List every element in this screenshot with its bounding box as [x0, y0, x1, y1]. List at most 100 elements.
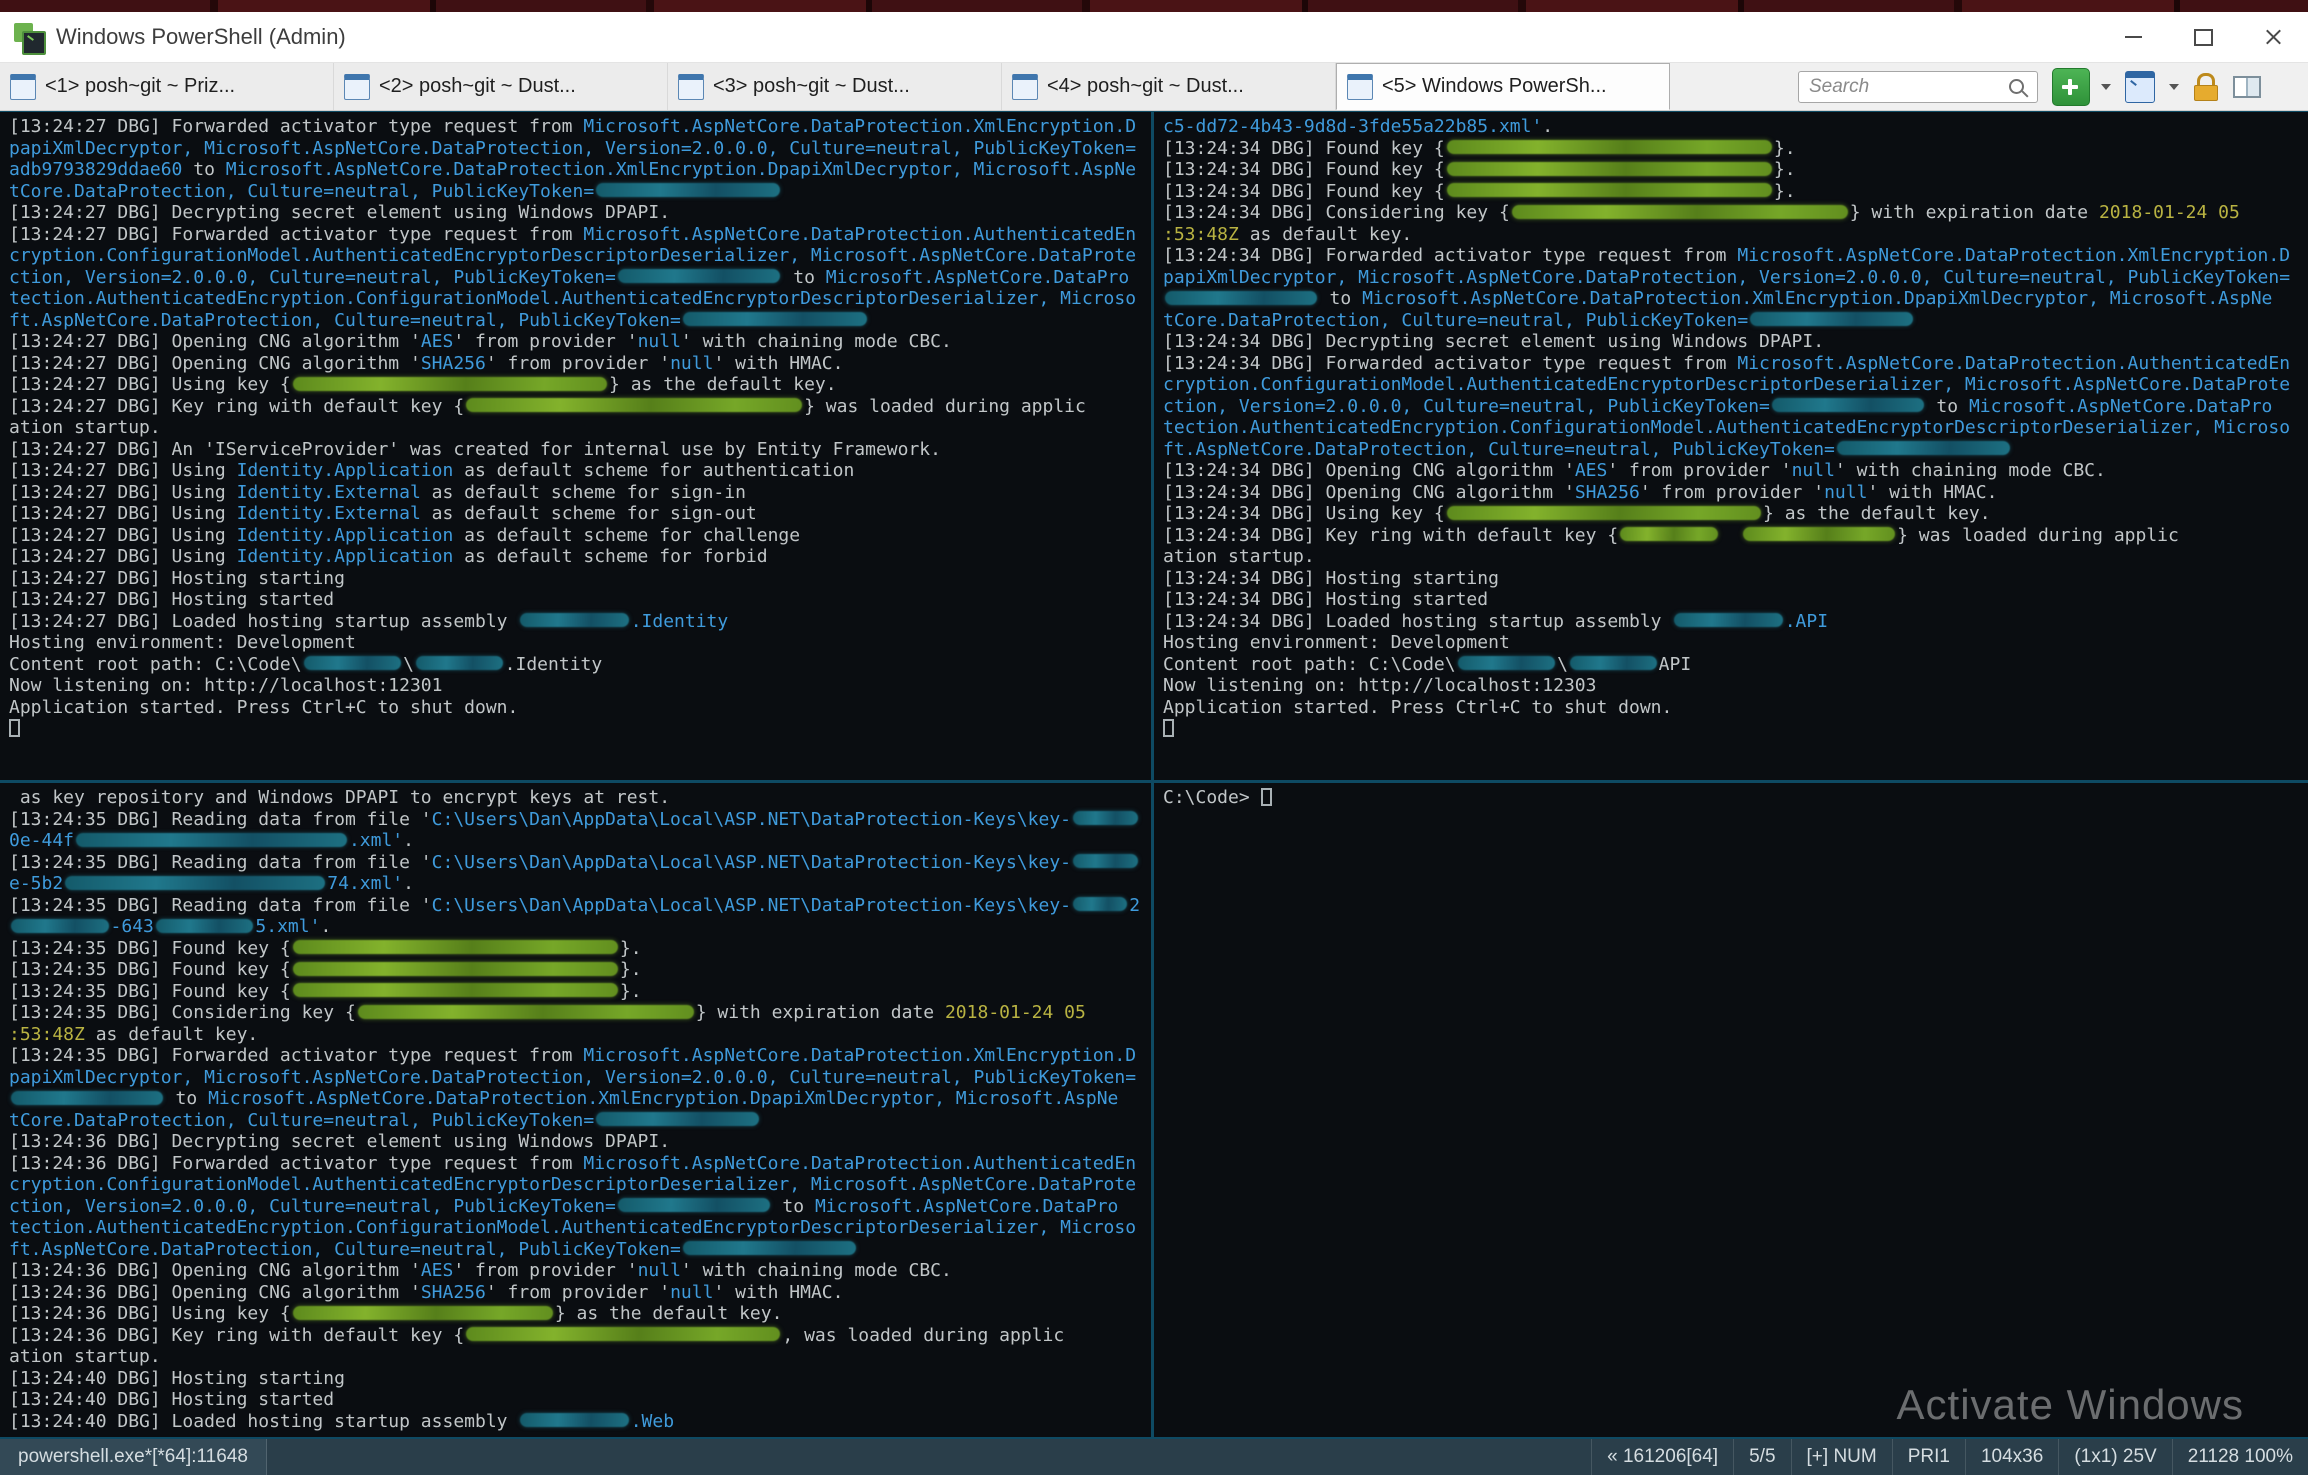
- console-pane-bottom-left[interactable]: as key repository and Windows DPAPI to e…: [0, 783, 1151, 1437]
- tab-label: <3> posh~git ~ Dust...: [713, 75, 910, 98]
- redacted-text: [293, 1306, 553, 1320]
- console-text: C:\Users\Dan\AppData\Local\ASP.NET\DataP…: [432, 895, 1071, 916]
- console-line: tCore.DataProtection, Culture=neutral, P…: [1163, 310, 2308, 332]
- minimize-icon: [2125, 36, 2142, 38]
- console-text: SHA256: [421, 1282, 486, 1303]
- console-text: Microsoft.AspNetCore.DataProtection.Auth…: [583, 224, 1136, 245]
- console-line: [13:24:36 DBG] Key ring with default key…: [9, 1325, 1151, 1347]
- console-line: papiXmlDecryptor, Microsoft.AspNetCore.D…: [9, 1067, 1151, 1089]
- console-line: tCore.DataProtection, Culture=neutral, P…: [9, 1110, 1151, 1132]
- console-line: to Microsoft.AspNetCore.DataProtection.X…: [1163, 288, 2308, 310]
- redacted-text: [596, 1112, 759, 1126]
- console-line: [13:24:34 DBG] Opening CNG algorithm 'AE…: [1163, 460, 2308, 482]
- console-line: adb9793829ddae60 to Microsoft.AspNetCore…: [9, 159, 1151, 181]
- console-text: :53:48Z: [9, 1024, 85, 1045]
- console-line: Application started. Press Ctrl+C to shu…: [1163, 697, 2308, 719]
- split-view-button[interactable]: [2230, 69, 2264, 105]
- console-text: to: [1319, 288, 1362, 309]
- redacted-text: [11, 919, 109, 933]
- console-line: [13:24:35 DBG] Found key {}.: [9, 959, 1151, 981]
- console-text: [13:24:34 DBG] Hosting started: [1163, 589, 1488, 610]
- console-text: Microsoft.AspNetCore.DataProtection.XmlE…: [208, 1088, 1118, 1109]
- console-text: [13:24:35 DBG] Reading data from file ': [9, 895, 432, 916]
- console-text: Microsoft.AspNetCore.DataProtection.XmlE…: [1737, 245, 2290, 266]
- maximize-icon: [2194, 29, 2213, 46]
- tab-active[interactable]: <5> Windows PowerSh...: [1336, 63, 1670, 110]
- status-item: (1x1) 25V: [2058, 1439, 2171, 1475]
- tab-item[interactable]: <4> posh~git ~ Dust...: [1002, 63, 1336, 110]
- redacted-text: [358, 1005, 694, 1019]
- redacted-text: [1447, 183, 1772, 197]
- console-text: ft.AspNetCore.DataProtection, Culture=ne…: [9, 1239, 681, 1260]
- minimize-button[interactable]: [2098, 12, 2168, 62]
- console-line: tection.AuthenticatedEncryption.Configur…: [9, 288, 1151, 310]
- console-text: [13:24:27 DBG] Forwarded activator type …: [9, 116, 583, 137]
- console-text: .: [320, 916, 331, 937]
- redacted-text: [1750, 312, 1913, 326]
- console-line: tCore.DataProtection, Culture=neutral, P…: [9, 181, 1151, 203]
- console-line: [13:24:27 DBG] Opening CNG algorithm 'SH…: [9, 353, 1151, 375]
- console-text: API: [1659, 654, 1692, 675]
- console-line: [13:24:27 DBG] Using Identity.Applicatio…: [9, 546, 1151, 568]
- window-title: Windows PowerShell (Admin): [56, 24, 346, 50]
- console-text: [13:24:27 DBG] An 'IServiceProvider' was…: [9, 439, 941, 460]
- console-cursor: [1163, 719, 1174, 737]
- status-item: [+] NUM: [1791, 1439, 1892, 1475]
- console-text: \: [403, 654, 414, 675]
- console-line: tection.AuthenticatedEncryption.Configur…: [9, 1217, 1151, 1239]
- console-text: SHA256: [1575, 482, 1640, 503]
- close-button[interactable]: [2238, 12, 2308, 62]
- console-text: , was loaded during applic: [782, 1325, 1064, 1346]
- redacted-text: [293, 940, 618, 954]
- console-text: .Identity: [505, 654, 603, 675]
- tab-item[interactable]: <2> posh~git ~ Dust...: [334, 63, 668, 110]
- console-line: [13:24:40 DBG] Hosting started: [9, 1389, 1151, 1411]
- console-line: [13:24:27 DBG] Loaded hosting startup as…: [9, 611, 1151, 633]
- console-text: [13:24:27 DBG] Decrypting secret element…: [9, 202, 670, 223]
- console-text: Application started. Press Ctrl+C to shu…: [1163, 697, 1672, 718]
- redacted-text: [416, 656, 503, 670]
- console-text: [13:24:34 DBG] Loaded hosting startup as…: [1163, 611, 1672, 632]
- console-text: .xml': [349, 830, 403, 851]
- shell-select-dropdown[interactable]: [2166, 69, 2182, 105]
- console-text: [13:24:34 DBG] Opening CNG algorithm ': [1163, 482, 1575, 503]
- shell-select-button[interactable]: [2122, 69, 2158, 105]
- console-text: as default scheme for authentication: [453, 460, 854, 481]
- console-text: null: [638, 331, 681, 352]
- console-line: [13:24:34 DBG] Decrypting secret element…: [1163, 331, 2308, 353]
- console-text: ft.AspNetCore.DataProtection, Culture=ne…: [9, 310, 681, 331]
- console-text: ' with chaining mode CBC.: [1835, 460, 2106, 481]
- tab-item[interactable]: <1> posh~git ~ Priz...: [0, 63, 334, 110]
- console-pane-bottom-right[interactable]: C:\Code>: [1154, 783, 2308, 1437]
- search-input[interactable]: [1798, 71, 2038, 103]
- console-line: as key repository and Windows DPAPI to e…: [9, 787, 1151, 809]
- redacted-text: [1073, 897, 1127, 911]
- console-text: [13:24:34 DBG] Found key {: [1163, 159, 1445, 180]
- console-text: ction, Version=2.0.0.0, Culture=neutral,…: [1163, 396, 1770, 417]
- console-pane-top-left[interactable]: [13:24:27 DBG] Forwarded activator type …: [0, 112, 1151, 780]
- close-icon: [2264, 28, 2283, 47]
- new-console-button[interactable]: [2052, 68, 2090, 106]
- console-line: ft.AspNetCore.DataProtection, Culture=ne…: [1163, 439, 2308, 461]
- console-text: Microsoft.AspNetCore.DataPro: [826, 267, 1129, 288]
- console-cursor: [1261, 788, 1272, 806]
- redacted-text: [65, 876, 325, 890]
- console-text: tection.AuthenticatedEncryption.Configur…: [9, 1217, 1136, 1238]
- console-text: as default key.: [85, 1024, 258, 1045]
- console-line: [13:24:34 DBG] Loaded hosting startup as…: [1163, 611, 2308, 633]
- console-text: .: [403, 830, 414, 851]
- console-line: [13:24:35 DBG] Found key {}.: [9, 938, 1151, 960]
- maximize-button[interactable]: [2168, 12, 2238, 62]
- new-console-dropdown[interactable]: [2098, 69, 2114, 105]
- console-text: Identity.Application: [237, 460, 454, 481]
- console-text: papiXmlDecryptor, Microsoft.AspNetCore.D…: [9, 138, 1136, 159]
- console-text: AES: [421, 1260, 454, 1281]
- console-line: [13:24:27 DBG] Using Identity.Applicatio…: [9, 525, 1151, 547]
- lock-button[interactable]: [2190, 69, 2222, 105]
- tab-label: <1> posh~git ~ Priz...: [45, 75, 235, 98]
- console-text: 2018-01-24 05: [2099, 202, 2240, 223]
- console-pane-top-right[interactable]: c5-dd72-4b43-9d8d-3fde55a22b85.xml'.[13:…: [1154, 112, 2308, 780]
- console-text: as default scheme for challenge: [453, 525, 800, 546]
- redacted-text: [1512, 205, 1848, 219]
- tab-item[interactable]: <3> posh~git ~ Dust...: [668, 63, 1002, 110]
